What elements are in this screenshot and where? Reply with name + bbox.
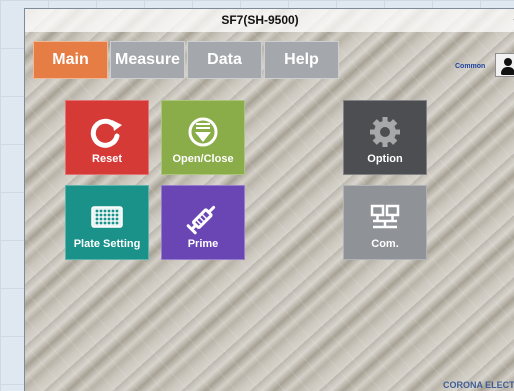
network-icon [365, 199, 405, 237]
eject-icon [183, 114, 223, 152]
window-title-bar: SF7(SH-9500) – [25, 9, 514, 32]
brand-label: CORONA ELECT [443, 380, 514, 390]
plate-setting-label: Plate Setting [73, 238, 141, 250]
plate-setting-button[interactable]: Plate Setting [65, 185, 149, 260]
com-button[interactable]: Com. [343, 185, 427, 260]
plate-grid-icon [87, 199, 127, 237]
reset-label: Reset [92, 153, 122, 165]
prime-label: Prime [187, 238, 219, 250]
com-label: Com. [371, 238, 399, 250]
refresh-icon [87, 114, 127, 152]
user-mode-label: Common [455, 63, 486, 70]
tab-main[interactable]: Main [33, 41, 108, 79]
prime-button[interactable]: Prime [161, 185, 245, 260]
open-close-label: Open/Close [172, 153, 234, 165]
application-window: SF7(SH-9500) – Main Measure Data Help Co… [24, 8, 514, 391]
open-close-button[interactable]: Open/Close [161, 100, 245, 175]
tab-help[interactable]: Help [264, 41, 339, 79]
window-title: SF7(SH-9500) [221, 13, 299, 27]
gear-icon [365, 114, 405, 152]
user-head-shape [504, 58, 512, 66]
main-tabbar: Main Measure Data Help [33, 41, 339, 79]
tab-measure[interactable]: Measure [110, 41, 185, 79]
user-body-shape [501, 67, 514, 75]
reset-button[interactable]: Reset [65, 100, 149, 175]
tab-data[interactable]: Data [187, 41, 262, 79]
user-icon[interactable] [495, 53, 514, 77]
option-button[interactable]: Option [343, 100, 427, 175]
option-label: Option [367, 153, 403, 165]
syringe-icon [183, 199, 223, 237]
